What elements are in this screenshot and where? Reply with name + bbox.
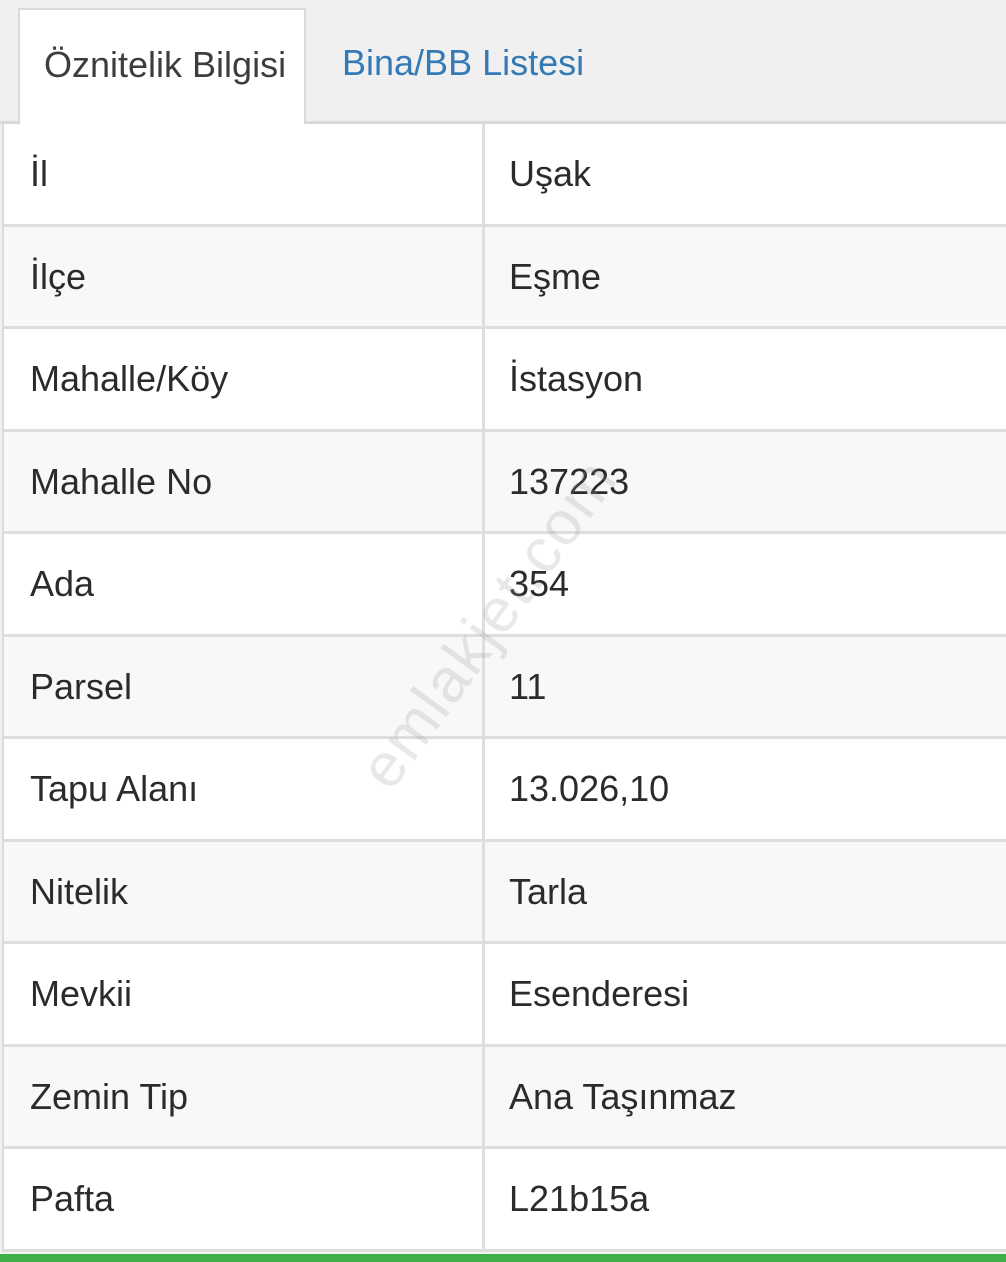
table-row: Mahalle No 137223: [4, 431, 1006, 534]
attribute-table: İl Uşak İlçe Eşme Mahalle/Köy İstasyon M…: [2, 124, 1006, 1252]
row-value: L21b15a: [509, 1178, 650, 1219]
row-value: Eşme: [509, 255, 602, 297]
row-key: Mahalle/Köy: [4, 329, 485, 429]
row-key: Tapu Alanı: [4, 739, 485, 839]
row-key: Parsel: [4, 636, 485, 736]
table-row: Mahalle/Köy İstasyon: [4, 329, 1006, 432]
row-key: Mevkii: [4, 944, 485, 1044]
row-key: Mahalle No: [4, 431, 485, 531]
row-value: Uşak: [509, 153, 592, 194]
row-value: 13.026,10: [509, 768, 670, 809]
row-key: İl: [4, 124, 485, 224]
accent-bar: [0, 1254, 1006, 1262]
row-key: Zemin Tip: [4, 1046, 485, 1146]
row-value: Tarla: [509, 870, 588, 912]
table-row: Parsel 11: [4, 636, 1006, 739]
table-row: İl Uşak: [4, 124, 1006, 227]
tab-bar: Öznitelik Bilgisi Bina/BB Listesi: [0, 0, 1006, 126]
table-row: Zemin Tip Ana Taşınmaz: [4, 1046, 1006, 1149]
row-value: 11: [509, 665, 547, 707]
row-value: İstasyon: [509, 358, 644, 399]
tab-oznitelik-bilgisi[interactable]: Öznitelik Bilgisi: [18, 8, 306, 126]
table-row: İlçe Eşme: [4, 226, 1006, 329]
table-row: Nitelik Tarla: [4, 841, 1006, 944]
table-row: Ada 354: [4, 534, 1006, 637]
row-value: 354: [509, 563, 570, 604]
row-key: İlçe: [4, 226, 485, 326]
table-row: Pafta L21b15a: [4, 1149, 1006, 1252]
table-row: Mevkii Esenderesi: [4, 944, 1006, 1047]
row-value: Ana Taşınmaz: [509, 1075, 737, 1117]
tab-bina-bb-listesi[interactable]: Bina/BB Listesi: [318, 8, 608, 126]
row-key: Nitelik: [4, 841, 485, 941]
row-key: Ada: [4, 534, 485, 634]
row-value: 137223: [509, 460, 630, 502]
table-row: Tapu Alanı 13.026,10: [4, 739, 1006, 842]
row-value: Esenderesi: [509, 973, 690, 1014]
row-key: Pafta: [4, 1149, 485, 1249]
